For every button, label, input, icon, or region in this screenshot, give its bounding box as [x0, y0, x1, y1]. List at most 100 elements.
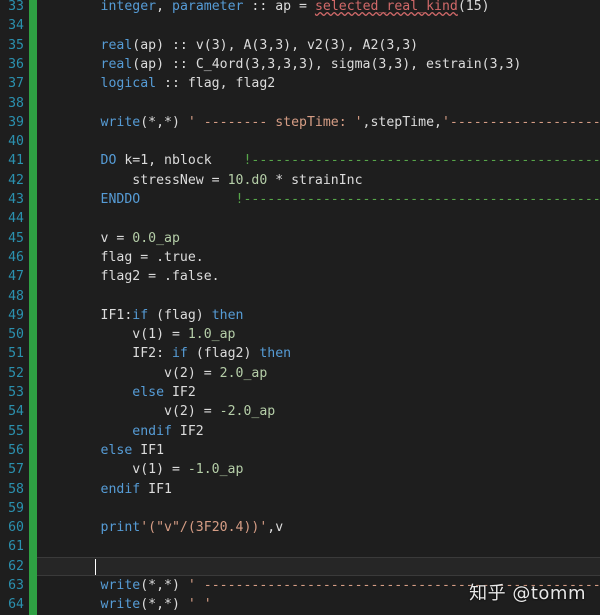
line-number: 44	[8, 211, 24, 227]
code-token: (*,*)	[140, 597, 188, 613]
code-token: IF2	[171, 423, 204, 439]
code-token: ,	[156, 0, 172, 14]
code-token: selected_real_kind	[314, 0, 458, 14]
code-token: then	[259, 346, 292, 362]
watermark: 知乎 @tomm	[469, 583, 586, 604]
code-line[interactable]	[37, 499, 600, 518]
code-line[interactable]	[37, 287, 600, 306]
code-token: real	[100, 56, 133, 72]
code-line[interactable]: IF2: if (flag2) then	[37, 344, 600, 363]
code-token: :: ap =	[243, 0, 315, 14]
code-line[interactable]: v(1) = 1.0_ap	[37, 325, 600, 344]
code-token: 1.0_ap	[187, 327, 236, 343]
line-number: 60	[8, 520, 24, 536]
code-line[interactable]: flag2 = .false.	[37, 267, 600, 286]
code-line[interactable]: endif IF1	[37, 480, 600, 499]
code-line[interactable]	[37, 537, 600, 556]
code-token: real	[100, 37, 133, 53]
code-token: (ap) :: C_4ord(3,3,3,3), sigma(3,3), est…	[132, 56, 522, 72]
code-line[interactable]: else IF2	[37, 383, 600, 402]
line-number: 34	[8, 18, 24, 34]
code-token: IF1:	[37, 307, 133, 323]
code-area[interactable]: integer, parameter :: ap = selected_real…	[37, 0, 600, 615]
code-line[interactable]: endif IF2	[37, 422, 600, 441]
code-line[interactable]: v(2) = -2.0_ap	[37, 402, 600, 421]
line-number: 58	[8, 481, 24, 497]
current-code-line[interactable]	[37, 556, 600, 576]
code-token: ,stepTime,	[362, 114, 442, 130]
code-token: 2.0_ap	[219, 365, 268, 381]
code-token: DO	[100, 153, 117, 169]
code-line[interactable]: DO k=1, nblock !------------------------…	[37, 151, 600, 170]
code-token: if	[171, 346, 188, 362]
code-token: write	[100, 578, 141, 593]
line-number: 51	[8, 346, 24, 362]
code-line[interactable]: print'("v"/(3F20.4))',v	[37, 518, 600, 537]
line-number: 64	[8, 597, 24, 613]
code-token: v(2) =	[37, 365, 220, 381]
code-token: else	[100, 442, 133, 458]
code-line[interactable]: real(ap) :: C_4ord(3,3,3,3), sigma(3,3),…	[37, 55, 600, 74]
code-line[interactable]: v = 0.0_ap	[37, 229, 600, 248]
code-token: IF2:	[37, 346, 172, 362]
code-editor[interactable]: 33 34 35 36 37 38 39 40 41 42 43 44 45 46 47 48 49 50 51 52…	[0, 0, 600, 615]
code-token: k=1, nblock	[116, 153, 244, 169]
code-token: (*,*)	[140, 114, 188, 130]
code-line[interactable]: v(2) = 2.0_ap	[37, 364, 600, 383]
code-token: (15)	[457, 0, 490, 14]
code-token: else	[132, 385, 165, 400]
line-number: 63	[8, 578, 24, 593]
code-token: !---------------------------------------…	[235, 192, 600, 207]
line-number: 56	[8, 442, 24, 458]
line-number: 35	[8, 37, 24, 53]
code-line[interactable]: logical :: flag, flag2	[37, 74, 600, 93]
code-token: v =	[37, 230, 133, 246]
line-number: 55	[8, 423, 24, 439]
line-number: 59	[8, 500, 24, 516]
code-token: endif	[100, 481, 141, 497]
code-token: (flag)	[148, 307, 212, 323]
code-line[interactable]	[37, 94, 600, 113]
code-line[interactable]: v(1) = -1.0_ap	[37, 460, 600, 479]
code-line[interactable]: integer, parameter :: ap = selected_real…	[37, 0, 600, 16]
line-number: 46	[8, 249, 24, 265]
line-number: 50	[8, 327, 24, 343]
line-number: 61	[8, 539, 24, 555]
code-token: v(1) =	[37, 327, 188, 343]
code-line[interactable]: else IF1	[37, 441, 600, 460]
text-cursor	[95, 558, 96, 575]
code-token: parameter	[172, 0, 244, 14]
code-line[interactable]: real(ap) :: v(3), A(3,3), v2(3), A2(3,3)	[37, 36, 600, 55]
line-number: 40	[8, 134, 24, 150]
line-number: 48	[8, 288, 24, 304]
code-token: IF1	[132, 442, 165, 458]
code-line[interactable]: flag = .true.	[37, 248, 600, 267]
line-number: 53	[8, 385, 24, 400]
code-line[interactable]: stressNew = 10.d0 * strainInc	[37, 171, 600, 190]
code-token: IF2	[164, 385, 196, 400]
code-line[interactable]: write(*,*) ' -------- stepTime: ',stepTi…	[37, 113, 600, 132]
code-line[interactable]: ENDDO !---------------------------------…	[37, 190, 600, 209]
line-number-gutter: 33 34 35 36 37 38 39 40 41 42 43 44 45 46 47 48 49 50 51 52…	[0, 0, 28, 615]
code-line[interactable]	[37, 132, 600, 151]
change-tracking-bar	[29, 0, 37, 615]
line-number: 47	[8, 269, 24, 285]
code-line[interactable]	[37, 209, 600, 228]
code-token: v(2) =	[37, 404, 220, 420]
line-number: 49	[8, 307, 24, 323]
code-line[interactable]	[37, 16, 600, 35]
code-line[interactable]: IF1:if (flag) then	[37, 306, 600, 325]
code-token: '("v"/(3F20.4))'	[140, 520, 268, 536]
code-token: 0.0_ap	[132, 230, 180, 246]
